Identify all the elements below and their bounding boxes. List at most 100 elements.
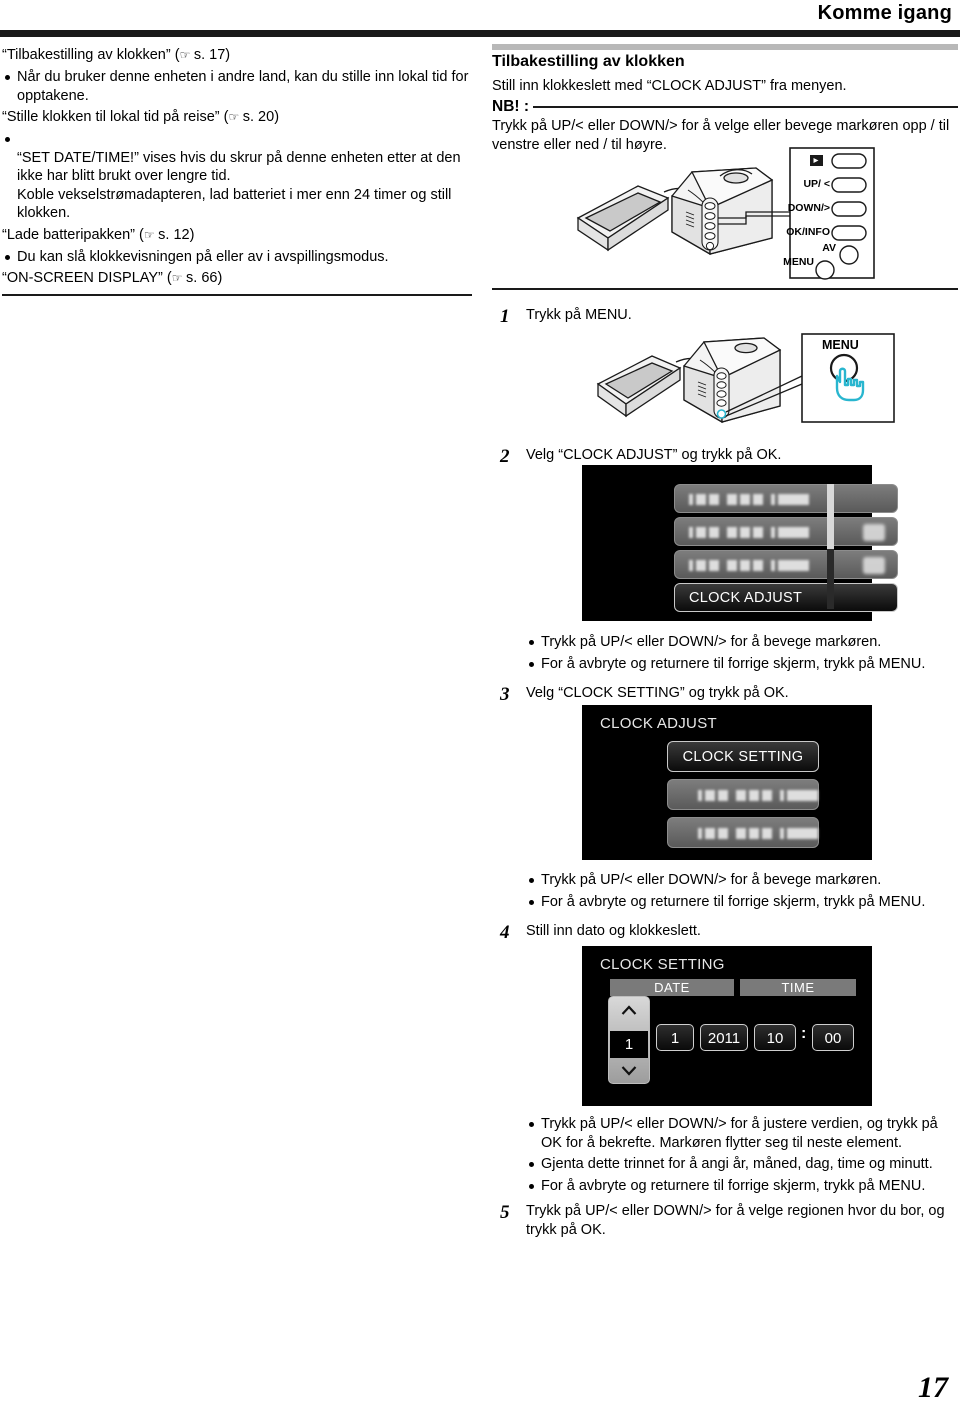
cross-reference-tail: ) xyxy=(274,109,280,125)
chevron-up-icon[interactable] xyxy=(621,1005,638,1016)
menu-press-illustration-svg xyxy=(596,333,895,424)
camera-illustration-svg xyxy=(576,147,875,280)
cross-reference: “ON-SCREEN DISPLAY” (☞ s. 66) xyxy=(2,269,472,288)
blurred-value-chip xyxy=(863,524,885,541)
blurred-label xyxy=(698,790,818,801)
list-item: “SET DATE/TIME!” vises hvis du skrur på … xyxy=(2,130,472,223)
step-number: 1 xyxy=(500,306,510,327)
cross-reference-text: “Tilbakestilling av klokken” ( xyxy=(2,47,180,63)
hour-value[interactable]: 10 xyxy=(754,1024,796,1051)
list-item: Trykk på UP/< eller DOWN/> for å bevege … xyxy=(526,871,956,890)
note-heading: NB! : xyxy=(492,98,958,116)
list-item: Trykk på UP/< eller DOWN/> for å bevege … xyxy=(526,633,956,652)
blurred-value-chip xyxy=(863,557,885,574)
scrollbar[interactable] xyxy=(827,484,834,609)
bullet-text: For å avbryte og returnere til forrige s… xyxy=(541,655,926,672)
step-number: 4 xyxy=(500,922,510,943)
menu-item-blurred-2[interactable] xyxy=(667,817,819,848)
section-divider xyxy=(2,294,472,296)
minute-value[interactable]: 00 xyxy=(812,1024,854,1051)
list-item: For å avbryte og returnere til forrige s… xyxy=(526,1177,956,1196)
menu-item-clock-setting[interactable]: CLOCK SETTING xyxy=(667,741,819,772)
step-text: Trykk på MENU. xyxy=(526,307,632,323)
button-label-ok-info: OK/INFO xyxy=(786,226,830,238)
month-value[interactable]: 1 xyxy=(656,1024,694,1051)
blurred-label xyxy=(689,494,809,505)
pointing-hand-icon: ☞ xyxy=(143,227,155,242)
step-4: 4 Still inn dato og klokkeslett. xyxy=(492,922,958,944)
scrollbar-thumb[interactable] xyxy=(827,484,834,549)
step-text: Trykk på UP/< eller DOWN/> for å velge r… xyxy=(526,1203,945,1238)
left-column: “Tilbakestilling av klokken” (☞ s. 17) N… xyxy=(2,44,472,296)
list-item: Gjenta dette trinnet for å angi år, måne… xyxy=(526,1155,956,1174)
step-1: 1 Trykk på MENU. xyxy=(492,306,958,328)
menu-item-blurred-1[interactable] xyxy=(667,779,819,810)
section-accent-bar xyxy=(492,44,958,50)
pointing-hand-icon: ☞ xyxy=(171,271,183,285)
blurred-label xyxy=(689,527,809,538)
menu-callout-label: MENU xyxy=(822,338,859,352)
camera-button-callout-illustration: UP/ < DOWN/> OK/INFO AV MENU xyxy=(560,146,960,281)
button-label-av: AV xyxy=(822,242,836,254)
pointing-hand-icon: ☞ xyxy=(228,110,239,124)
menu-button-illustration: MENU xyxy=(588,326,918,438)
step-number: 5 xyxy=(500,1202,510,1223)
menu-item-label: CLOCK SETTING xyxy=(682,748,804,765)
bullets-after-step-4: Trykk på UP/< eller DOWN/> for å justere… xyxy=(526,1112,956,1198)
step-3: 3 Velg “CLOCK SETTING” og trykk på OK. xyxy=(492,684,958,706)
step-number: 2 xyxy=(500,446,510,467)
list-item: Trykk på UP/< eller DOWN/> for å justere… xyxy=(526,1115,956,1152)
cross-reference: “Lade batteripakken” (☞ s. 12) xyxy=(2,226,472,245)
cross-reference-text: “ON-SCREEN DISPLAY” ( xyxy=(2,270,172,286)
cross-reference-page: s. 12 xyxy=(158,226,190,243)
lcd-screen-title: CLOCK ADJUST xyxy=(600,715,717,732)
step-text: Still inn dato og klokkeslett. xyxy=(526,923,701,939)
menu-item-blurred-1[interactable] xyxy=(674,484,898,513)
menu-item-clock-adjust[interactable]: CLOCK ADJUST xyxy=(674,583,898,612)
cross-reference-page: s. 17 xyxy=(193,47,226,63)
menu-item-blurred-3[interactable] xyxy=(674,550,898,579)
cross-reference-page: s. 66 xyxy=(186,270,218,286)
bullet-text: Når du bruker denne enheten i andre land… xyxy=(17,69,469,104)
list-item: For å avbryte og returnere til forrige s… xyxy=(526,893,956,912)
bullet-text: “SET DATE/TIME!” vises hvis du skrur på … xyxy=(17,149,461,222)
date-column-header: DATE xyxy=(610,979,734,996)
blurred-label xyxy=(689,560,809,571)
cross-reference-page: s. 20 xyxy=(242,109,275,125)
page-number: 17 xyxy=(918,1371,948,1404)
bullet-text: For å avbryte og returnere til forrige s… xyxy=(541,1177,926,1194)
time-column-header: TIME xyxy=(740,979,856,996)
step-5: 5 Trykk på UP/< eller DOWN/> for å velge… xyxy=(492,1202,958,1240)
note-rule xyxy=(533,106,958,108)
menu-item-label: CLOCK ADJUST xyxy=(689,589,803,606)
bullet-text: Trykk på UP/< eller DOWN/> for å justere… xyxy=(541,1116,938,1151)
list-item: Når du bruker denne enheten i andre land… xyxy=(2,68,472,105)
day-value: 1 xyxy=(610,1031,648,1058)
lcd-screen-title: CLOCK SETTING xyxy=(600,956,725,973)
blurred-label xyxy=(698,828,818,839)
page-title: Komme igang xyxy=(817,2,952,24)
day-spinner[interactable]: 1 xyxy=(608,996,650,1084)
cross-reference-text: “Lade batteripakken” ( xyxy=(2,226,144,243)
year-value[interactable]: 2011 xyxy=(700,1024,748,1051)
bullets-after-step-2: Trykk på UP/< eller DOWN/> for å bevege … xyxy=(526,630,956,676)
section-title: Tilbakestilling av klokken xyxy=(492,53,685,70)
chevron-down-icon[interactable] xyxy=(621,1065,638,1076)
cross-reference-tail: ) xyxy=(225,47,231,63)
bullet-text: Du kan slå klokkevisningen på eller av i… xyxy=(17,248,389,265)
cross-reference: “Stille klokken til lokal tid på reise” … xyxy=(2,108,472,127)
section-divider xyxy=(492,288,958,290)
menu-item-blurred-2[interactable] xyxy=(674,517,898,546)
time-separator: : xyxy=(801,1025,807,1042)
bullet-text: Trykk på UP/< eller DOWN/> for å bevege … xyxy=(541,872,882,888)
button-label-up: UP/ < xyxy=(803,178,830,190)
bullet-text: Gjenta dette trinnet for å angi år, måne… xyxy=(541,1156,933,1172)
section-subtitle: Still inn klokkeslett med “CLOCK ADJUST”… xyxy=(492,78,847,94)
cross-reference: “Tilbakestilling av klokken” (☞ s. 17) xyxy=(2,46,472,65)
pointing-hand-icon: ☞ xyxy=(179,48,191,62)
cross-reference-text: “Stille klokken til lokal tid på reise” … xyxy=(2,109,229,125)
button-label-menu: MENU xyxy=(783,256,814,268)
right-column: Tilbakestilling av klokken Still inn klo… xyxy=(492,44,958,155)
lcd-clock-setting-screen: CLOCK SETTING DATE TIME 1 1 2011 10 : 00 xyxy=(582,946,872,1106)
button-label-down: DOWN/> xyxy=(787,202,830,214)
